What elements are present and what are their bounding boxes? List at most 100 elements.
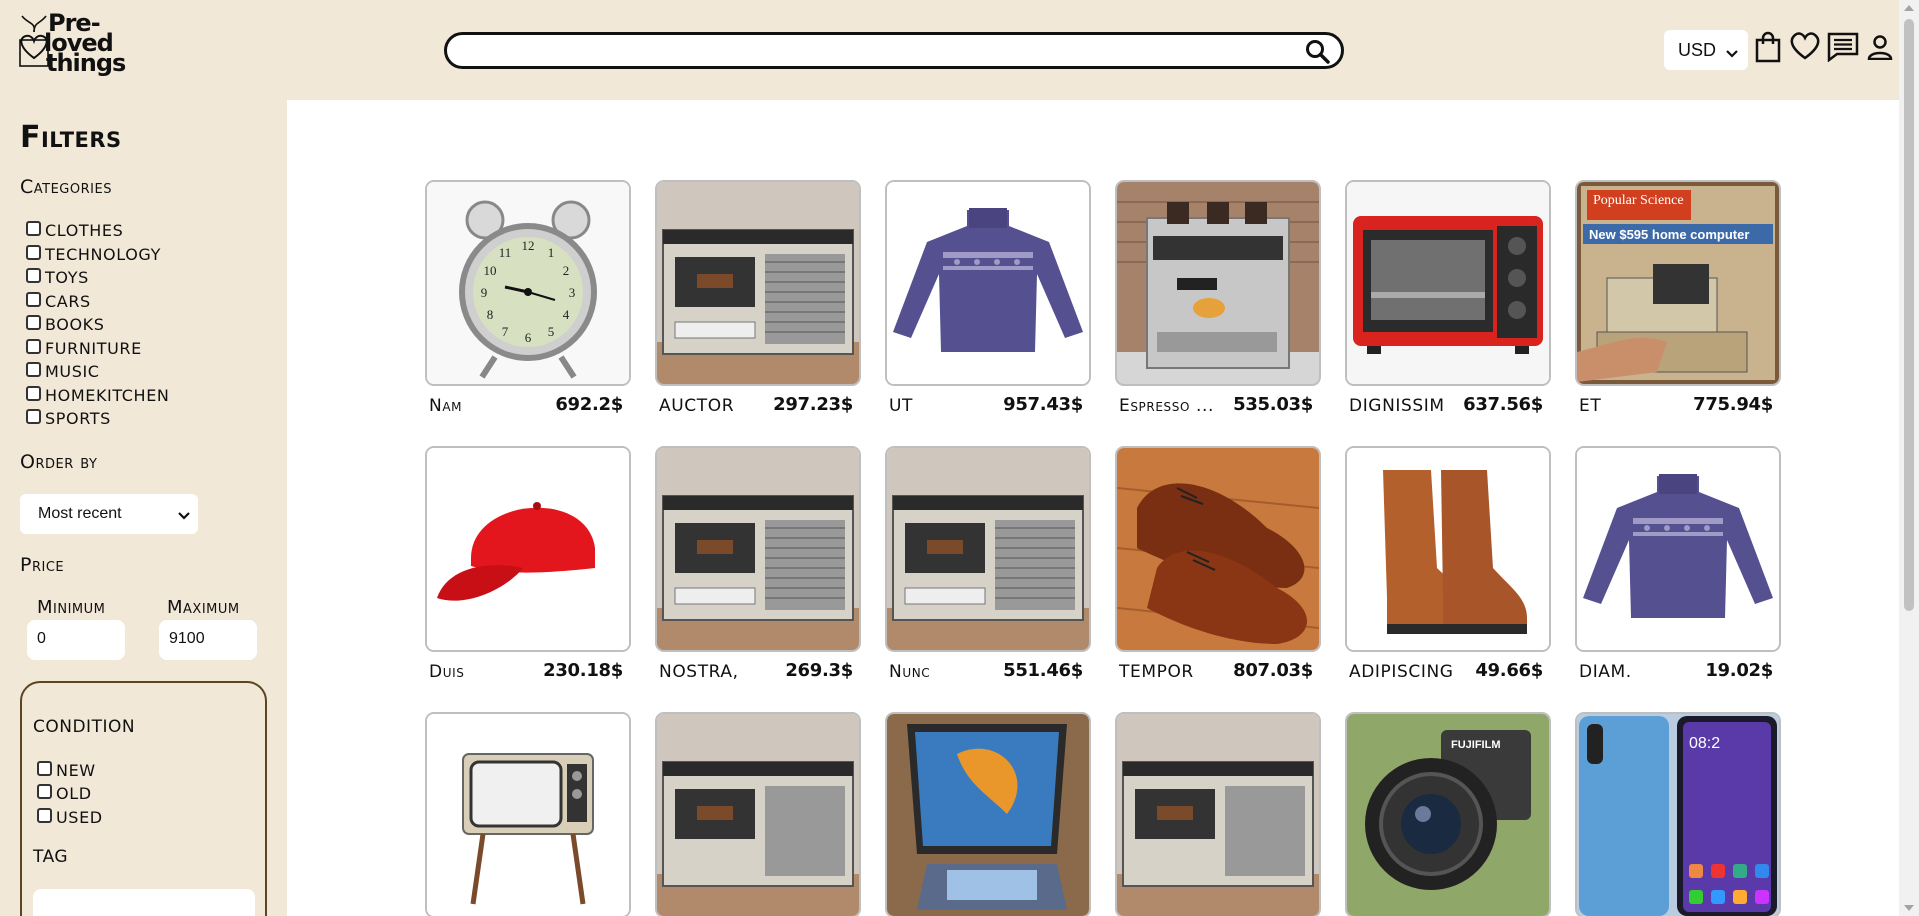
chevron-down-icon [1726, 43, 1738, 64]
scrollbar[interactable] [1899, 0, 1919, 916]
product-name: ET [1579, 396, 1602, 416]
product-image-toaster-oven[interactable] [1345, 180, 1551, 386]
product-card[interactable]: AUCTOR 297.23$ [655, 180, 861, 416]
checkbox[interactable] [26, 338, 41, 354]
order-by-select[interactable]: Most recent [20, 494, 198, 534]
product-card[interactable] [655, 712, 861, 916]
price-max-input[interactable]: 9100 [159, 620, 257, 660]
product-card[interactable]: FUJIFILM [1345, 712, 1551, 916]
svg-text:2: 2 [563, 263, 570, 278]
product-price: 807.03$ [1233, 660, 1313, 681]
category-clothes[interactable]: CLOTHES [26, 220, 123, 240]
product-card[interactable] [1115, 712, 1321, 916]
chat-icon[interactable] [1827, 32, 1859, 67]
category-music[interactable]: MUSIC [26, 361, 100, 381]
price-min-input[interactable]: 0 [27, 620, 125, 660]
logo[interactable]: Pre- loved things [18, 8, 126, 80]
product-card[interactable]: Duis 230.18$ [425, 446, 631, 682]
product-name: Nam [429, 396, 463, 416]
product-image-magazine[interactable]: Popular Science New $595 home computer [1575, 180, 1781, 386]
condition-new[interactable]: NEW [37, 760, 96, 780]
user-icon[interactable] [1867, 34, 1893, 65]
product-card[interactable]: UT 957.43$ [885, 180, 1091, 416]
product-name: Espresso ... [1119, 396, 1215, 416]
scrollbar-thumb[interactable] [1904, 19, 1914, 611]
category-books[interactable]: BOOKS [26, 314, 105, 334]
product-card[interactable]: ADIPISCING 49.66$ [1345, 446, 1551, 682]
product-image-red-cap[interactable] [425, 446, 631, 652]
product-price: 957.43$ [1003, 394, 1083, 415]
checkbox[interactable] [26, 220, 41, 236]
product-card[interactable]: TEMPOR 807.03$ [1115, 446, 1321, 682]
product-image-cassette-radio[interactable] [655, 446, 861, 652]
product-name: ADIPISCING [1349, 662, 1454, 682]
tag-input[interactable] [33, 889, 255, 916]
product-card[interactable]: 12 3 6 9 12 45 7 8 10 11 Nam 692.2$ [425, 180, 631, 416]
search-input[interactable] [463, 39, 1293, 63]
product-image-espresso-machine[interactable] [1115, 180, 1321, 386]
product-image-camera[interactable]: FUJIFILM [1345, 712, 1551, 916]
category-toys[interactable]: TOYS [26, 267, 89, 287]
product-card[interactable] [885, 712, 1091, 916]
product-price: 19.02$ [1705, 660, 1773, 681]
product-image-retro-tv[interactable] [425, 712, 631, 916]
checkbox[interactable] [26, 291, 41, 307]
product-image-cassette-radio[interactable] [655, 180, 861, 386]
svg-text:7: 7 [502, 324, 509, 339]
checkbox[interactable] [26, 408, 41, 424]
condition-heading: CONDITION [33, 717, 136, 737]
category-technology[interactable]: TECHNOLOGY [26, 244, 161, 264]
product-image-cassette-radio[interactable] [655, 712, 861, 916]
categories-heading: Categories [20, 176, 112, 198]
product-card[interactable] [425, 712, 631, 916]
product-image-purple-sweater[interactable] [885, 180, 1091, 386]
scroll-up-icon[interactable] [1904, 5, 1914, 11]
checkbox[interactable] [37, 807, 52, 823]
checkbox[interactable] [37, 783, 52, 799]
product-card[interactable]: Popular Science New $595 home computer E… [1575, 180, 1781, 416]
product-price: 49.66$ [1475, 660, 1543, 681]
svg-text:5: 5 [548, 324, 555, 339]
product-card[interactable]: Nunc 551.46$ [885, 446, 1091, 682]
phone-time: 08:2 [1689, 735, 1720, 752]
product-name: Duis [429, 662, 465, 682]
product-image-tablet[interactable] [885, 712, 1091, 916]
product-image-cassette-radio[interactable] [1115, 712, 1321, 916]
currency-select[interactable]: USD [1664, 30, 1748, 70]
product-image-purple-sweater[interactable] [1575, 446, 1781, 652]
category-homekitchen[interactable]: HOMEKITCHEN [26, 385, 169, 405]
condition-used[interactable]: USED [37, 807, 103, 827]
product-image-leather-shoes[interactable] [1115, 446, 1321, 652]
product-name: NOSTRA, [659, 662, 739, 682]
product-image-cassette-radio[interactable] [885, 446, 1091, 652]
search-icon[interactable] [1305, 39, 1331, 70]
product-card[interactable]: NOSTRA, 269.3$ [655, 446, 861, 682]
product-price: 230.18$ [543, 660, 623, 681]
product-card[interactable]: DIAM. 19.02$ [1575, 446, 1781, 682]
scroll-down-icon[interactable] [1904, 905, 1914, 911]
product-name: DIAM. [1579, 662, 1632, 682]
condition-old[interactable]: OLD [37, 783, 92, 803]
category-furniture[interactable]: FURNITURE [26, 338, 142, 358]
product-image-leather-boots[interactable] [1345, 446, 1551, 652]
checkbox[interactable] [26, 267, 41, 283]
checkbox[interactable] [26, 314, 41, 330]
product-image-alarm-clock[interactable]: 12 3 6 9 12 45 7 8 10 11 [425, 180, 631, 386]
product-image-smartphone[interactable]: 08:2 [1575, 712, 1781, 916]
product-price: 535.03$ [1233, 394, 1313, 415]
product-price: 692.2$ [555, 394, 623, 415]
logo-line-3: things [46, 49, 126, 77]
product-card[interactable]: Espresso ... 535.03$ [1115, 180, 1321, 416]
checkbox[interactable] [26, 385, 41, 401]
heart-icon[interactable] [1789, 32, 1821, 65]
checkbox[interactable] [37, 760, 52, 776]
search-bar [444, 32, 1344, 69]
shopping-bag-icon[interactable] [1754, 30, 1782, 69]
category-cars[interactable]: CARS [26, 291, 91, 311]
checkbox[interactable] [26, 244, 41, 260]
category-sports[interactable]: SPORTS [26, 408, 111, 428]
product-card[interactable]: 08:2 [1575, 712, 1781, 916]
checkbox[interactable] [26, 361, 41, 377]
product-price: 637.56$ [1463, 394, 1543, 415]
product-card[interactable]: DIGNISSIM 637.56$ [1345, 180, 1551, 416]
